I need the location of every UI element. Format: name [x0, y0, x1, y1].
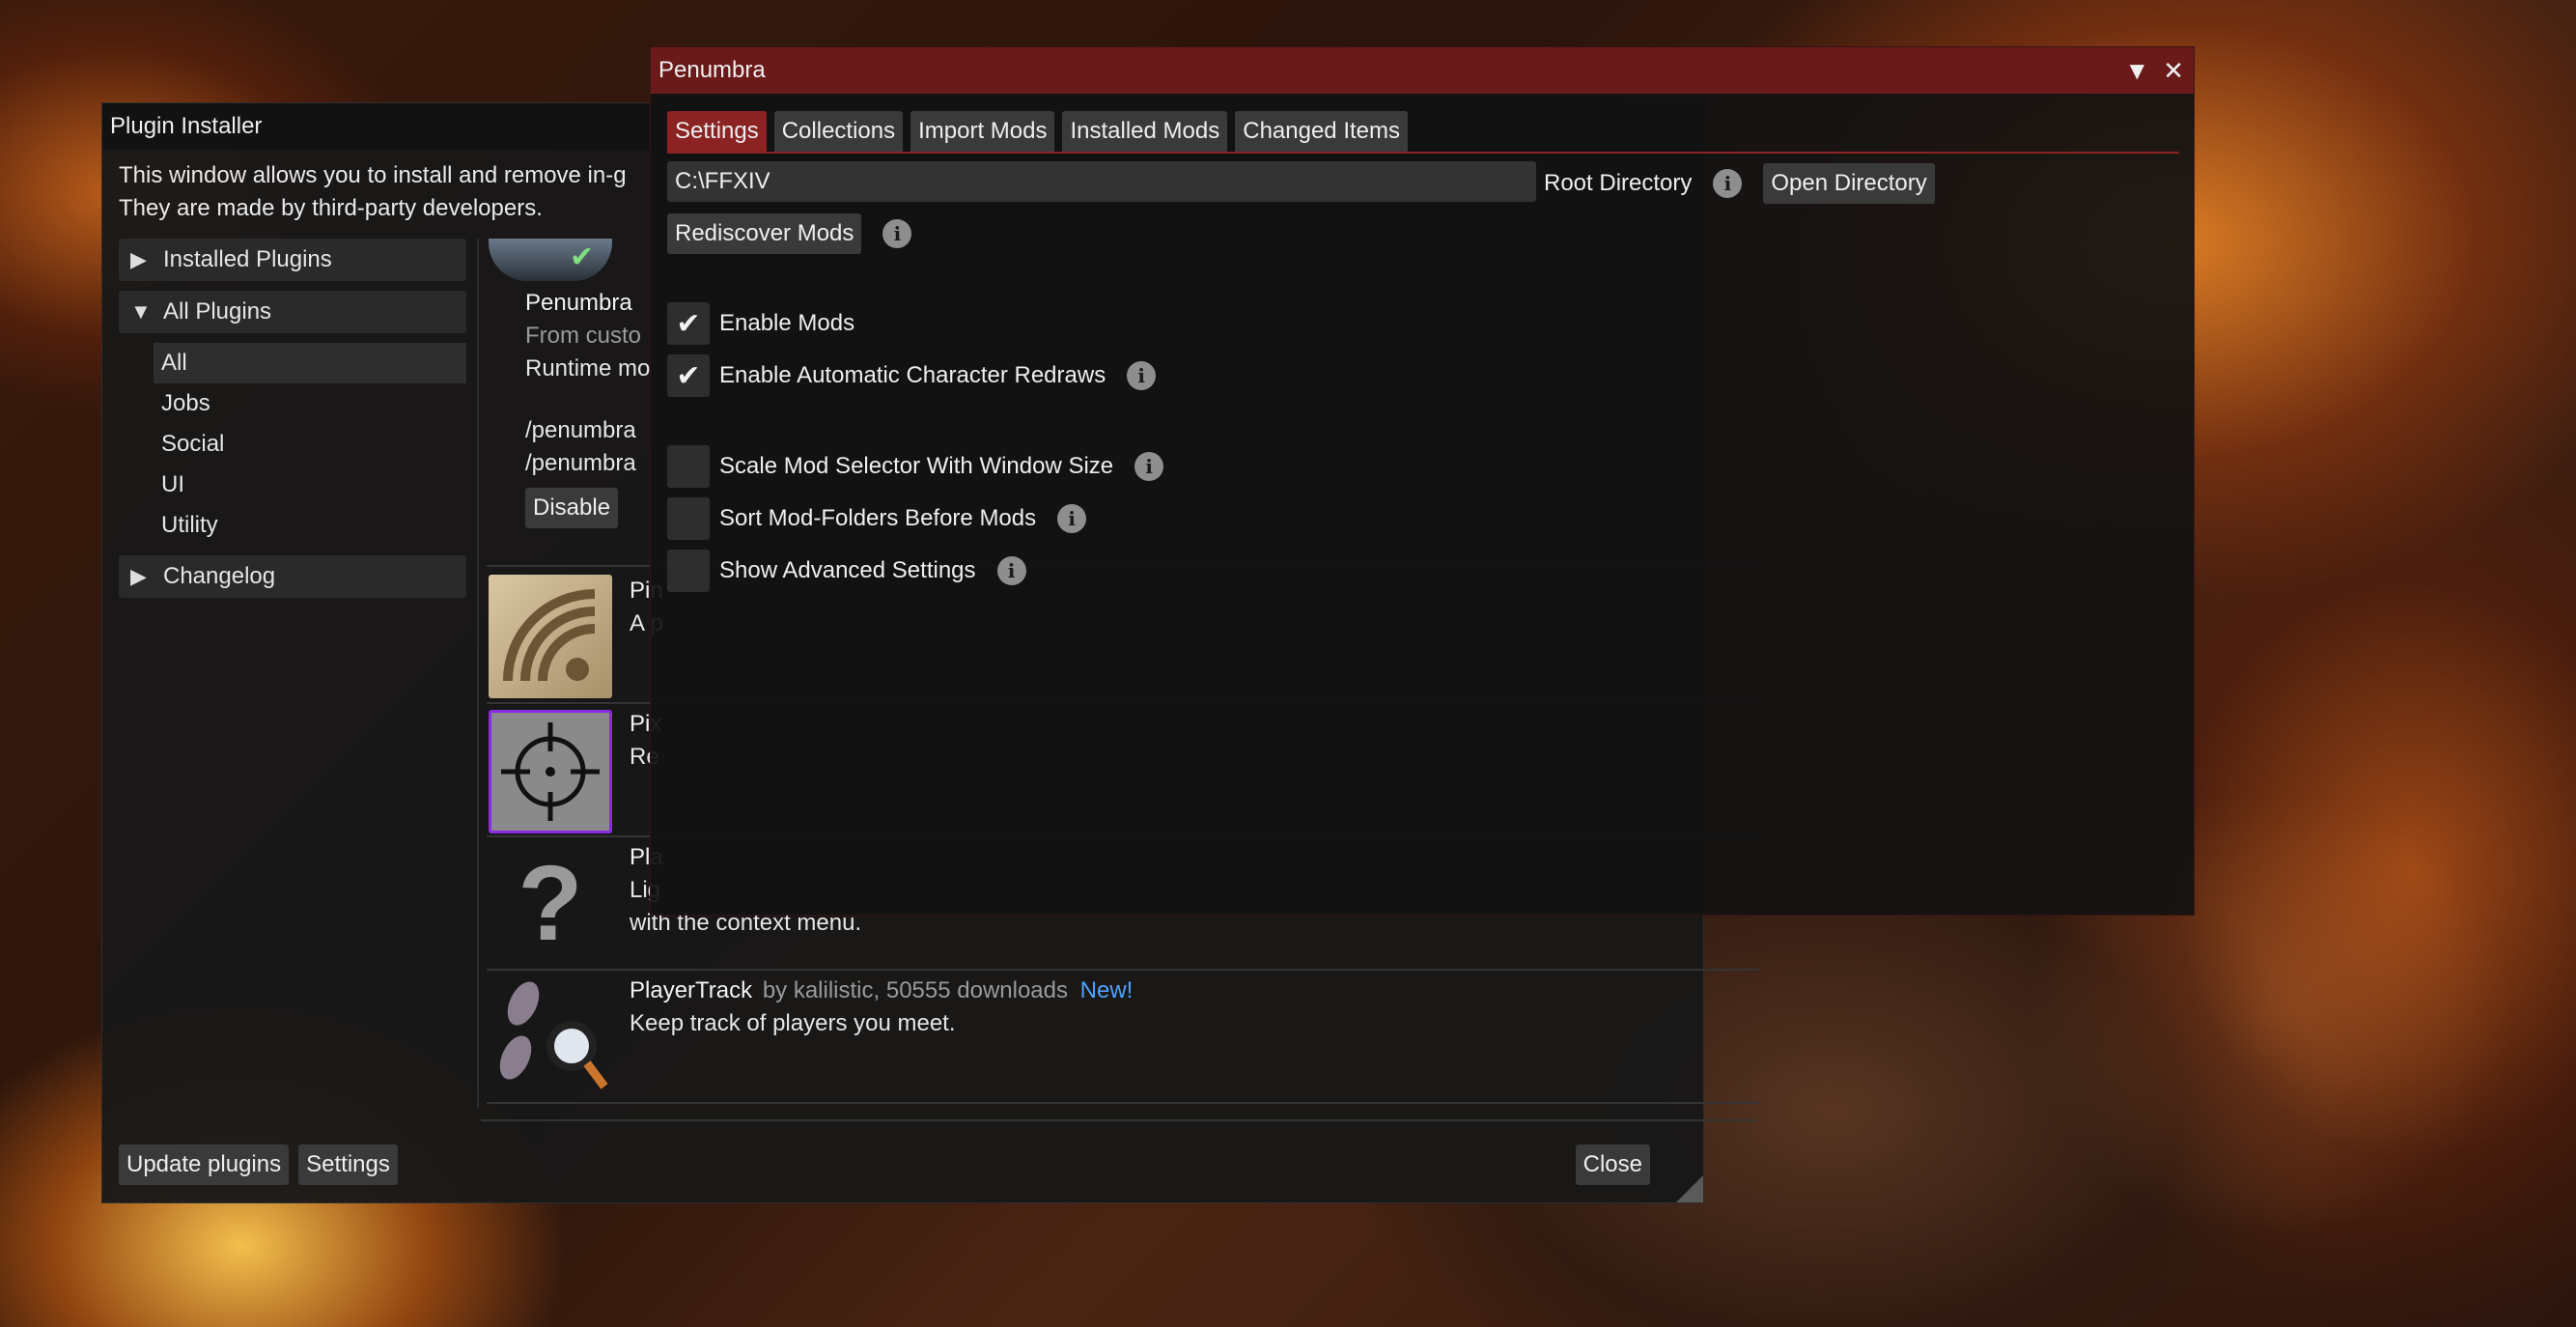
advanced-settings-checkbox[interactable] [667, 550, 710, 592]
category-item-jobs[interactable]: Jobs [154, 383, 466, 424]
plugin-details: PlayerTrack by kalilistic, 50555 downloa… [630, 974, 1133, 1040]
open-directory-button[interactable]: Open Directory [1763, 163, 1935, 204]
rediscover-row: Rediscover Mods i [667, 213, 912, 254]
plugin-source: From custo [525, 323, 642, 349]
settings-button[interactable]: Settings [298, 1144, 398, 1185]
close-button[interactable]: Close [1575, 1144, 1650, 1185]
category-item-social[interactable]: Social [154, 424, 466, 465]
plugin-command-2: /penumbra [525, 450, 636, 476]
ping-plugin-icon [489, 575, 612, 698]
footsteps-magnifier-icon [489, 974, 612, 1098]
option-label: Enable Mods [719, 310, 855, 336]
tab-underline [667, 152, 2179, 154]
category-item-utility[interactable]: Utility [154, 505, 466, 546]
plugin-runtime: Runtime mo [525, 355, 651, 381]
category-all-plugins[interactable]: ▼ All Plugins [119, 291, 466, 333]
option-label: Show Advanced Settings [719, 557, 976, 583]
category-label: Installed Plugins [163, 246, 332, 272]
root-directory-input[interactable] [667, 161, 1536, 202]
intro-line-2: They are made by third-party developers. [119, 195, 543, 221]
category-item-all[interactable]: All [154, 343, 466, 383]
info-icon[interactable]: i [996, 556, 1026, 585]
option-enable-mods: ✔ Enable Mods [667, 302, 876, 345]
penumbra-tabs: Settings Collections Import Mods Install… [667, 111, 1408, 152]
penumbra-titlebar[interactable]: Penumbra ▼ ✕ [651, 47, 2194, 94]
enable-mods-checkbox[interactable]: ✔ [667, 302, 710, 345]
chevron-right-icon: ▶ [130, 247, 147, 271]
penumbra-title: Penumbra [658, 57, 766, 83]
option-auto-redraw: ✔ Enable Automatic Character Redraws i [667, 354, 1157, 397]
tab-import-mods[interactable]: Import Mods [910, 111, 1055, 152]
plugin-banner-image: ✔ [489, 239, 612, 281]
option-label: Sort Mod-Folders Before Mods [719, 505, 1037, 531]
rediscover-mods-button[interactable]: Rediscover Mods [667, 213, 862, 254]
title-controls: ▼ ✕ [2124, 56, 2184, 86]
plugin-name: Penumbra [525, 290, 632, 316]
disable-button[interactable]: Disable [525, 488, 619, 528]
category-item-ui[interactable]: UI [154, 465, 466, 505]
tab-collections[interactable]: Collections [773, 111, 904, 152]
info-icon[interactable]: i [1127, 361, 1157, 390]
auto-redraw-checkbox[interactable]: ✔ [667, 354, 710, 397]
plugin-details: Penumbra From custo Runtime mo /penumbra… [525, 287, 650, 528]
category-label: All Plugins [163, 298, 272, 325]
installer-intro: This window allows you to install and re… [119, 159, 627, 225]
plugin-row-playertrack[interactable]: PlayerTrack by kalilistic, 50555 downloa… [487, 971, 1759, 1104]
info-icon[interactable]: i [1057, 504, 1087, 533]
root-directory-label: Root Directory [1544, 170, 1693, 196]
footer-divider [481, 1119, 1757, 1121]
tab-settings[interactable]: Settings [667, 111, 767, 152]
option-label: Enable Automatic Character Redraws [719, 362, 1106, 388]
info-icon[interactable]: i [1134, 452, 1164, 481]
installer-footer: Update plugins Settings [119, 1144, 398, 1185]
installer-title: Plugin Installer [110, 113, 263, 139]
installed-check-icon: ✔ [570, 241, 595, 273]
collapse-icon[interactable]: ▼ [2124, 56, 2149, 86]
category-installed-plugins[interactable]: ▶ Installed Plugins [119, 239, 466, 281]
question-mark-icon: ? [518, 843, 583, 963]
option-sort-folders: Sort Mod-Folders Before Mods i [667, 497, 1087, 540]
sort-folders-checkbox[interactable] [667, 497, 710, 540]
plugin-author-downloads: by kalilistic, 50555 downloads [762, 977, 1068, 1003]
chevron-down-icon: ▼ [130, 299, 152, 324]
penumbra-window: Penumbra ▼ ✕ Settings Collections Import… [650, 46, 2195, 916]
tab-installed-mods[interactable]: Installed Mods [1062, 111, 1228, 152]
resize-grip[interactable] [1676, 1175, 1703, 1202]
option-label: Scale Mod Selector With Window Size [719, 453, 1114, 479]
panel-divider [477, 239, 479, 1108]
chevron-right-icon: ▶ [130, 564, 147, 588]
category-changelog[interactable]: ▶ Changelog [119, 555, 466, 598]
plugin-description: Keep track of players you meet. [630, 1010, 956, 1036]
category-subitems: All Jobs Social UI Utility [119, 343, 466, 546]
plugin-name: PlayerTrack [630, 977, 753, 1003]
info-icon[interactable]: i [882, 219, 912, 248]
tab-changed-items[interactable]: Changed Items [1235, 111, 1408, 152]
plugin-command-1: /penumbra [525, 417, 636, 443]
option-scale-selector: Scale Mod Selector With Window Size i [667, 445, 1164, 488]
update-plugins-button[interactable]: Update plugins [119, 1144, 290, 1185]
scale-selector-checkbox[interactable] [667, 445, 710, 488]
info-icon[interactable]: i [1713, 169, 1743, 198]
close-icon[interactable]: ✕ [2163, 56, 2184, 86]
intro-line-1: This window allows you to install and re… [119, 162, 627, 188]
option-advanced-settings: Show Advanced Settings i [667, 550, 1026, 592]
category-label: Changelog [163, 563, 276, 589]
crosshair-plugin-icon [489, 710, 612, 833]
category-panel: ▶ Installed Plugins ▼ All Plugins All Jo… [119, 239, 466, 607]
new-badge: New! [1079, 977, 1134, 1003]
root-directory-row: Root Directory i Open Directory [1544, 163, 1935, 204]
